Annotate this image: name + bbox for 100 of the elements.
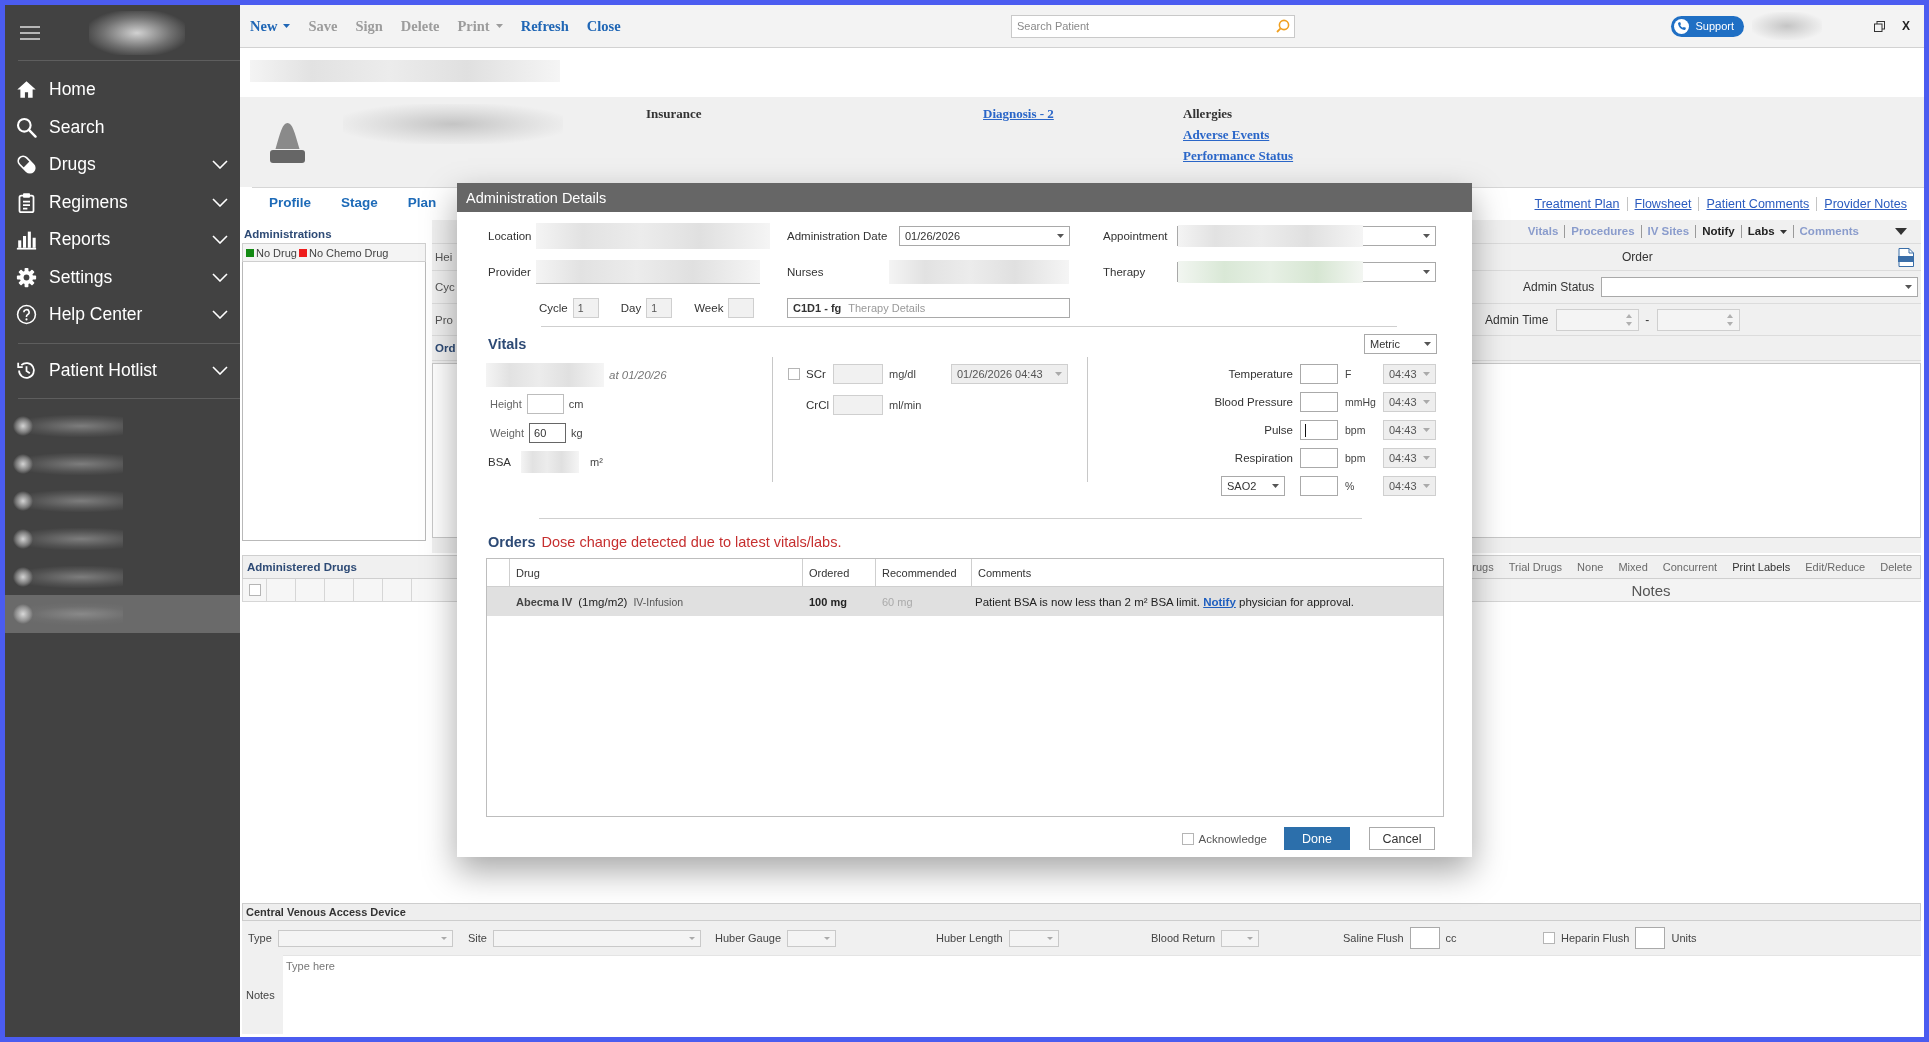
comment-text: Patient BSA is now less than 2 m² BSA limit. Notify physician for approval. — [974, 595, 1356, 608]
therapy-details-field[interactable]: C1D1 - fg Therapy Details — [787, 298, 1070, 318]
chevron-down-icon[interactable] — [212, 160, 228, 170]
chevron-down-icon[interactable] — [212, 365, 228, 375]
record-link[interactable]: Patient Comments — [1698, 197, 1817, 211]
action-button[interactable]: Print Labels — [1732, 561, 1791, 573]
menu-icon[interactable] — [20, 25, 40, 40]
measure-dropdown[interactable]: SAO2 — [1221, 476, 1285, 496]
toolbar-button[interactable]: New — [250, 17, 291, 35]
sidebar-item[interactable]: Search — [5, 108, 240, 146]
dose-text: (1mg/m2) — [578, 595, 628, 608]
field-label: Notes — [242, 955, 283, 1034]
patient-link[interactable]: Adverse Events — [1183, 125, 1270, 144]
section-title: Administered Drugs — [247, 561, 357, 573]
sidebar-item[interactable]: Settings — [5, 258, 240, 296]
sidebar-item[interactable]: Home — [5, 71, 240, 109]
input-field[interactable]: 60 — [529, 423, 567, 443]
time-dropdown[interactable]: 04:43 — [1383, 392, 1436, 412]
input-field[interactable] — [526, 394, 564, 414]
cancel-button[interactable]: Cancel — [1369, 827, 1435, 850]
section-title: Central Venous Access Device — [242, 903, 1921, 921]
restore-icon[interactable] — [1874, 20, 1885, 32]
sidebar-item[interactable]: Help Center — [5, 296, 240, 334]
input-field[interactable] — [833, 395, 883, 415]
dropdown[interactable] — [1008, 929, 1059, 947]
admin-status-dropdown[interactable] — [1601, 277, 1919, 297]
input-field[interactable]: 1 — [572, 298, 599, 318]
record-link[interactable]: Treatment Plan — [1527, 197, 1627, 211]
dropdown[interactable] — [277, 929, 453, 947]
dropdown[interactable] — [492, 929, 701, 947]
unit-label: Units — [1671, 932, 1697, 944]
time-dropdown[interactable]: 04:43 — [1383, 364, 1436, 384]
field-label: SCr — [806, 368, 827, 380]
record-link[interactable]: Provider Notes — [1816, 197, 1914, 211]
chevron-down-icon[interactable] — [212, 272, 228, 282]
field-label: Therapy — [1103, 266, 1147, 278]
time-spinner-field[interactable] — [1556, 308, 1640, 331]
window-close-button[interactable]: X — [1902, 19, 1910, 33]
sidebar-item[interactable]: Patient Hotlist — [5, 351, 240, 389]
checkbox[interactable] — [788, 368, 800, 380]
record-link[interactable]: Flowsheet — [1626, 197, 1699, 211]
checkbox[interactable] — [1543, 932, 1555, 944]
clipboard-icon — [16, 191, 37, 213]
document-icon[interactable] — [1898, 247, 1914, 267]
input-field[interactable] — [1300, 392, 1338, 412]
toolbar-button[interactable]: Refresh — [520, 17, 569, 35]
tab[interactable]: Profile — [254, 191, 326, 217]
input-field[interactable] — [833, 364, 883, 384]
dropdown[interactable] — [787, 929, 837, 947]
unit-label: F — [1345, 368, 1353, 380]
search-field[interactable]: Search Patient — [1011, 14, 1295, 38]
unit-system-dropdown[interactable]: Metric — [1364, 334, 1437, 354]
field-label: Respiration — [1234, 452, 1293, 464]
chevron-down-icon[interactable] — [212, 310, 228, 320]
section-link[interactable]: Notify — [1695, 225, 1741, 238]
diagnosis-link[interactable]: Diagnosis - 2 — [983, 104, 1054, 123]
toolbar-button[interactable]: Close — [586, 17, 621, 35]
input-field[interactable]: 1 — [646, 298, 673, 318]
checkbox[interactable] — [1181, 832, 1194, 845]
time-dropdown[interactable]: 04:43 — [1383, 476, 1436, 496]
sidebar-item[interactable]: Drugs — [5, 146, 240, 184]
input-field[interactable] — [1409, 927, 1440, 949]
date-dropdown[interactable]: 01/26/2026 — [899, 226, 1070, 246]
input-field[interactable] — [1635, 927, 1666, 949]
triangle-down-icon[interactable] — [1895, 228, 1907, 235]
search-icon[interactable] — [1276, 18, 1290, 33]
chevron-down-icon[interactable] — [212, 197, 228, 207]
input-field[interactable] — [1300, 448, 1338, 468]
sidebar-item[interactable]: Reports — [5, 221, 240, 259]
appointment-dropdown[interactable] — [1177, 226, 1436, 246]
table-cell-text: 100 mg — [808, 595, 848, 608]
input-field[interactable] — [1300, 476, 1338, 496]
notify-link[interactable]: Notify — [1203, 595, 1236, 608]
input-field[interactable] — [1300, 420, 1338, 440]
section-link[interactable]: Labs — [1740, 225, 1793, 238]
text-cursor-icon — [1305, 423, 1306, 437]
time-dropdown[interactable]: 04:43 — [1383, 448, 1436, 468]
dropdown[interactable] — [1221, 929, 1260, 947]
spinner-arrows-icon[interactable] — [1626, 313, 1633, 326]
input-field[interactable] — [1300, 364, 1338, 384]
checkbox[interactable] — [248, 584, 261, 596]
tab[interactable]: Stage — [326, 191, 393, 217]
done-button[interactable]: Done — [1284, 827, 1350, 850]
support-button[interactable]: Support — [1671, 15, 1744, 37]
field-label: BSA — [488, 456, 511, 468]
time-spinner-field[interactable] — [1657, 308, 1741, 331]
legend-label: No Chemo Drug — [308, 246, 389, 259]
column-header: Recommended — [876, 559, 972, 586]
caret-down-icon — [1779, 229, 1787, 234]
hotlist-entry[interactable] — [5, 595, 240, 634]
patient-link[interactable]: Performance Status — [1183, 146, 1294, 165]
chevron-down-icon[interactable] — [212, 235, 228, 245]
home-icon — [16, 79, 37, 101]
therapy-dropdown[interactable] — [1177, 262, 1436, 282]
tab[interactable]: Plan — [392, 191, 452, 217]
datetime-dropdown[interactable]: 01/26/2026 04:43 — [951, 364, 1068, 384]
input-field[interactable] — [728, 298, 755, 318]
spinner-arrows-icon[interactable] — [1727, 313, 1734, 326]
time-dropdown[interactable]: 04:43 — [1383, 420, 1436, 440]
sidebar-item[interactable]: Regimens — [5, 183, 240, 221]
